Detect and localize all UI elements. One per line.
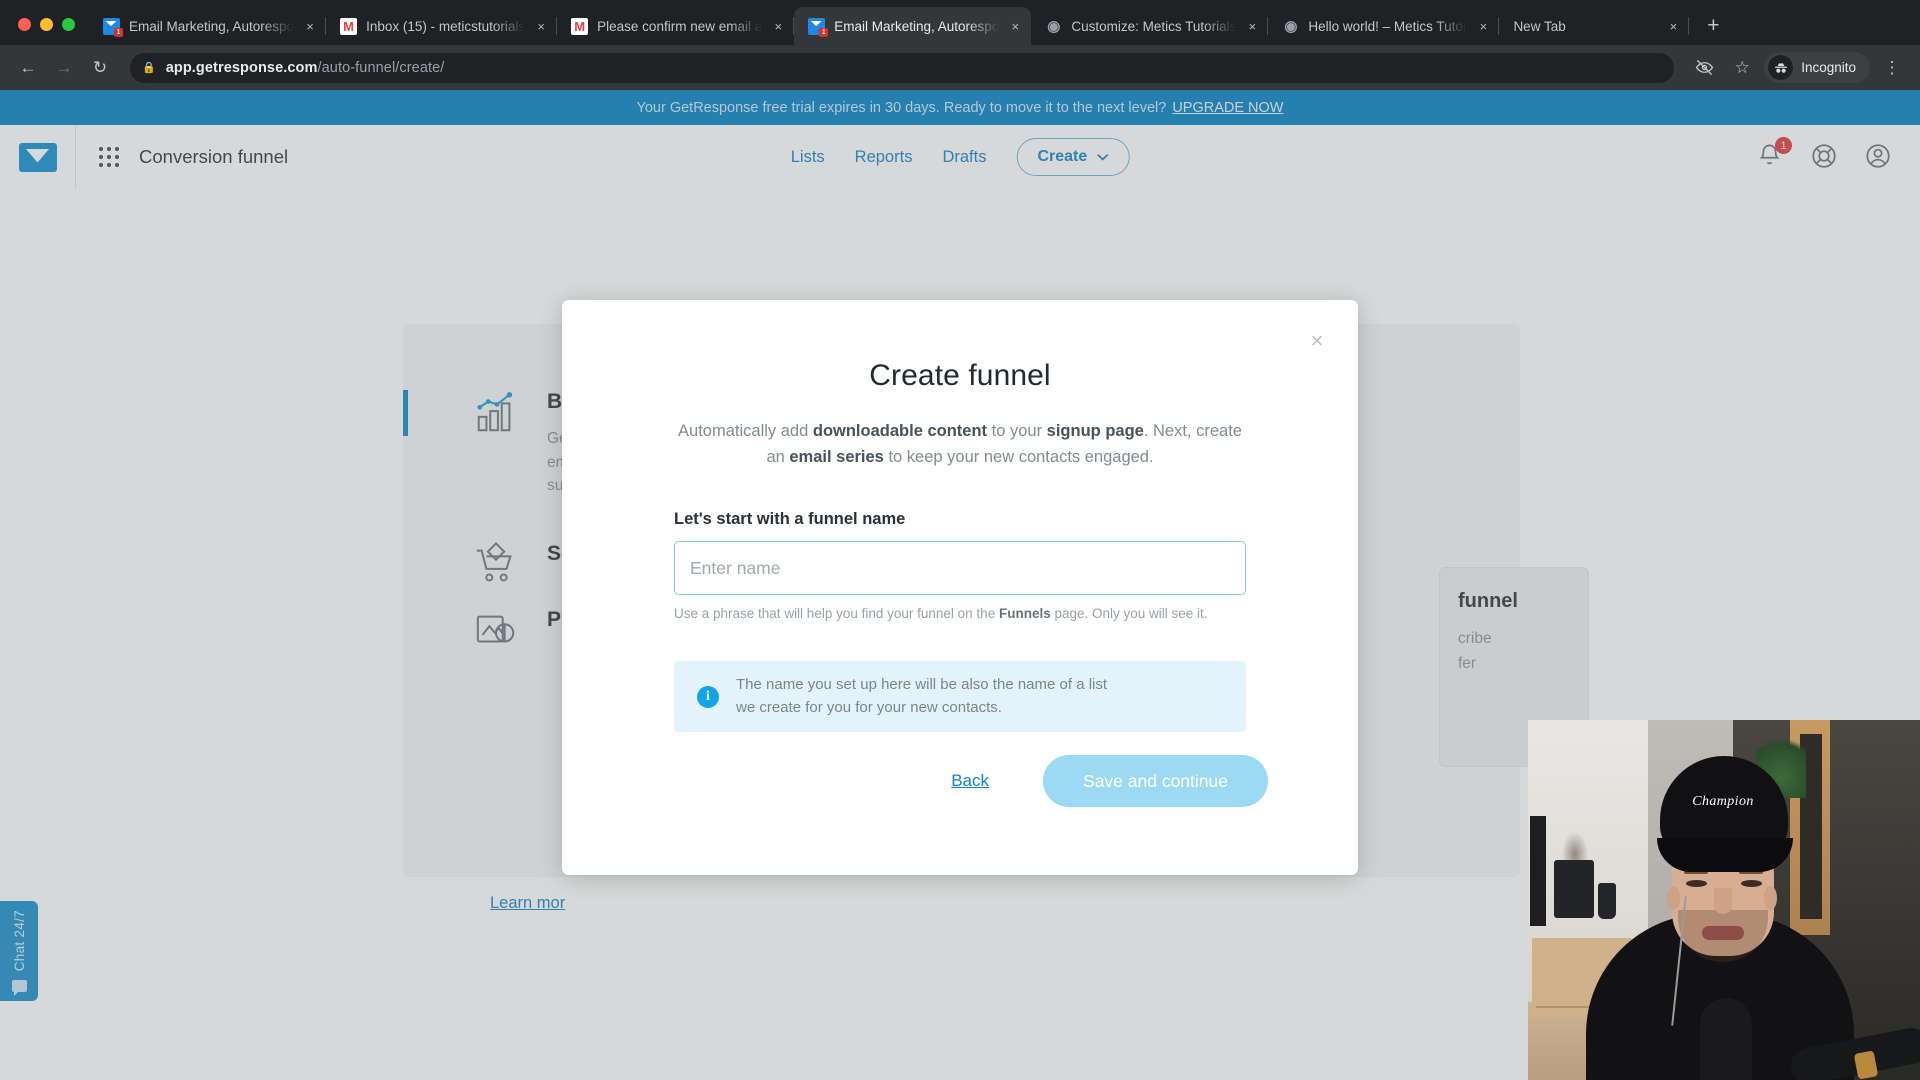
hint-bold: Funnels <box>998 606 1051 622</box>
webcam-person-ear-right <box>1764 886 1777 910</box>
webcam-person-ear-left <box>1667 886 1680 910</box>
webcam-overlay: Champion <box>1528 720 1920 1080</box>
url-domain: app.getresponse.com <box>165 59 318 76</box>
maximize-window-button[interactable] <box>62 18 75 31</box>
minimize-window-button[interactable] <box>40 18 53 31</box>
close-tab-icon[interactable]: × <box>300 16 320 36</box>
modal-title: Create funnel <box>869 359 1051 392</box>
webcam-speaker <box>1554 860 1594 918</box>
tab-title: Email Marketing, Autorespo <box>834 18 1000 34</box>
getresponse-icon <box>103 17 123 37</box>
wordpress-icon: ◉ <box>1047 17 1061 35</box>
tab-title: Email Marketing, Autorespo <box>129 18 295 34</box>
create-funnel-modal: × Create funnel Automatically add downlo… <box>562 300 1358 875</box>
funnel-name-field: Let's start with a funnel name Use a phr… <box>674 510 1246 621</box>
webcam-vase <box>1562 832 1588 860</box>
hint-text-1: Use a phrase that will help you find you… <box>674 606 999 622</box>
close-tab-icon[interactable]: × <box>531 16 551 36</box>
wordpress-icon: ◉ <box>1284 17 1298 35</box>
gmail-icon: M <box>571 17 589 35</box>
new-tab-button[interactable]: + <box>1697 10 1729 42</box>
close-tab-icon[interactable]: × <box>1242 16 1262 36</box>
modal-actions: Back Save and continue <box>951 755 1268 807</box>
toolbar-right: ☆ Incognito ⋮ <box>1688 52 1908 84</box>
close-icon[interactable]: × <box>1304 328 1330 354</box>
save-and-continue-button[interactable]: Save and continue <box>1043 755 1268 807</box>
webcam-person-mouth <box>1702 926 1744 940</box>
webcam-person-eye-right <box>1741 880 1762 887</box>
browser-tab[interactable]: ◉ Hello world! – Metics Tutor × <box>1268 7 1500 45</box>
lede-text-1: Automatically add <box>678 422 813 440</box>
hint-text-2: page. Only you will see it. <box>1050 606 1208 622</box>
tab-title: New Tab <box>1513 18 1566 34</box>
page-content: Your GetResponse free trial expires in 3… <box>0 90 1920 1080</box>
browser-toolbar: ← → ↻ 🔒 app.getresponse.com/auto-funnel/… <box>0 45 1920 90</box>
browser-tab[interactable]: ◉ Customize: Metics Tutorials × <box>1031 7 1269 45</box>
url-text: app.getresponse.com/auto-funnel/create/ <box>166 60 445 76</box>
close-tab-icon[interactable]: × <box>1005 16 1025 36</box>
funnel-name-input[interactable] <box>674 541 1246 596</box>
close-window-button[interactable] <box>18 18 31 31</box>
tab-title: Hello world! – Metics Tutor <box>1308 18 1468 34</box>
close-tab-icon[interactable]: × <box>1473 16 1493 36</box>
gmail-icon: M <box>340 17 358 35</box>
tab-title: Customize: Metics Tutorials <box>1071 18 1237 34</box>
close-tab-icon[interactable]: × <box>1663 16 1683 36</box>
browser-window: Email Marketing, Autorespo × M Inbox (15… <box>0 0 1920 1080</box>
tab-title: Please confirm new email a <box>597 18 763 34</box>
incognito-icon <box>1768 55 1794 80</box>
close-tab-icon[interactable]: × <box>768 16 788 36</box>
tab-list: Email Marketing, Autorespo × M Inbox (15… <box>89 0 1690 45</box>
lede-bold-1: downloadable content <box>812 422 988 440</box>
lede-text-4: to keep your new contacts engaged. <box>883 447 1154 466</box>
webcam-person-cap-brim <box>1657 838 1793 872</box>
info-callout-text: The name you set up here will be also th… <box>736 674 1107 719</box>
bookmark-star-icon[interactable]: ☆ <box>1726 52 1758 84</box>
url-path: /auto-funnel/create/ <box>317 59 445 76</box>
tab-title: Inbox (15) - meticstutorials <box>366 18 526 34</box>
funnel-name-label: Let's start with a funnel name <box>674 510 906 529</box>
webcam-cap-brand-text: Champion <box>1692 794 1754 809</box>
reload-icon[interactable]: ↻ <box>84 52 116 84</box>
webcam-tv <box>1530 816 1546 926</box>
lede-text-2: to your <box>987 422 1047 440</box>
forward-icon[interactable]: → <box>48 52 80 84</box>
address-bar[interactable]: 🔒 app.getresponse.com/auto-funnel/create… <box>130 52 1675 83</box>
webcam-person-eye-left <box>1686 880 1707 887</box>
browser-tab-active[interactable]: Email Marketing, Autorespo × <box>794 7 1032 45</box>
window-traffic-lights[interactable] <box>10 18 89 45</box>
modal-description: Automatically add downloadable content t… <box>674 419 1246 470</box>
info-line-1: The name you set up here will be also th… <box>736 676 1108 694</box>
profile-chip[interactable]: Incognito <box>1764 52 1870 83</box>
lock-icon: 🔒 <box>142 62 156 74</box>
browser-tab[interactable]: Email Marketing, Autorespo × <box>89 7 327 45</box>
lede-bold-2: signup page <box>1046 422 1144 440</box>
eye-slash-icon[interactable] <box>1688 52 1720 84</box>
browser-tab[interactable]: M Please confirm new email a × <box>557 7 795 45</box>
webcam-speaker-small <box>1598 883 1616 919</box>
browser-tab[interactable]: New Tab × <box>1499 7 1690 45</box>
webcam-microphone <box>1700 998 1752 1080</box>
info-callout: i The name you set up here will be also … <box>674 661 1246 733</box>
info-line-2: we create for you for your new contacts. <box>736 698 1002 716</box>
browser-tab[interactable]: M Inbox (15) - meticstutorials × <box>326 7 558 45</box>
info-icon: i <box>697 685 719 708</box>
lede-bold-3: email series <box>789 447 884 466</box>
getresponse-icon <box>808 17 829 37</box>
profile-label: Incognito <box>1801 60 1856 75</box>
funnel-name-hint: Use a phrase that will help you find you… <box>674 606 1246 621</box>
browser-menu-icon[interactable]: ⋮ <box>1876 52 1908 84</box>
tab-strip: Email Marketing, Autorespo × M Inbox (15… <box>0 0 1920 45</box>
back-icon[interactable]: ← <box>12 52 44 84</box>
webcam-person-nose <box>1714 888 1732 914</box>
back-button[interactable]: Back <box>951 771 989 791</box>
